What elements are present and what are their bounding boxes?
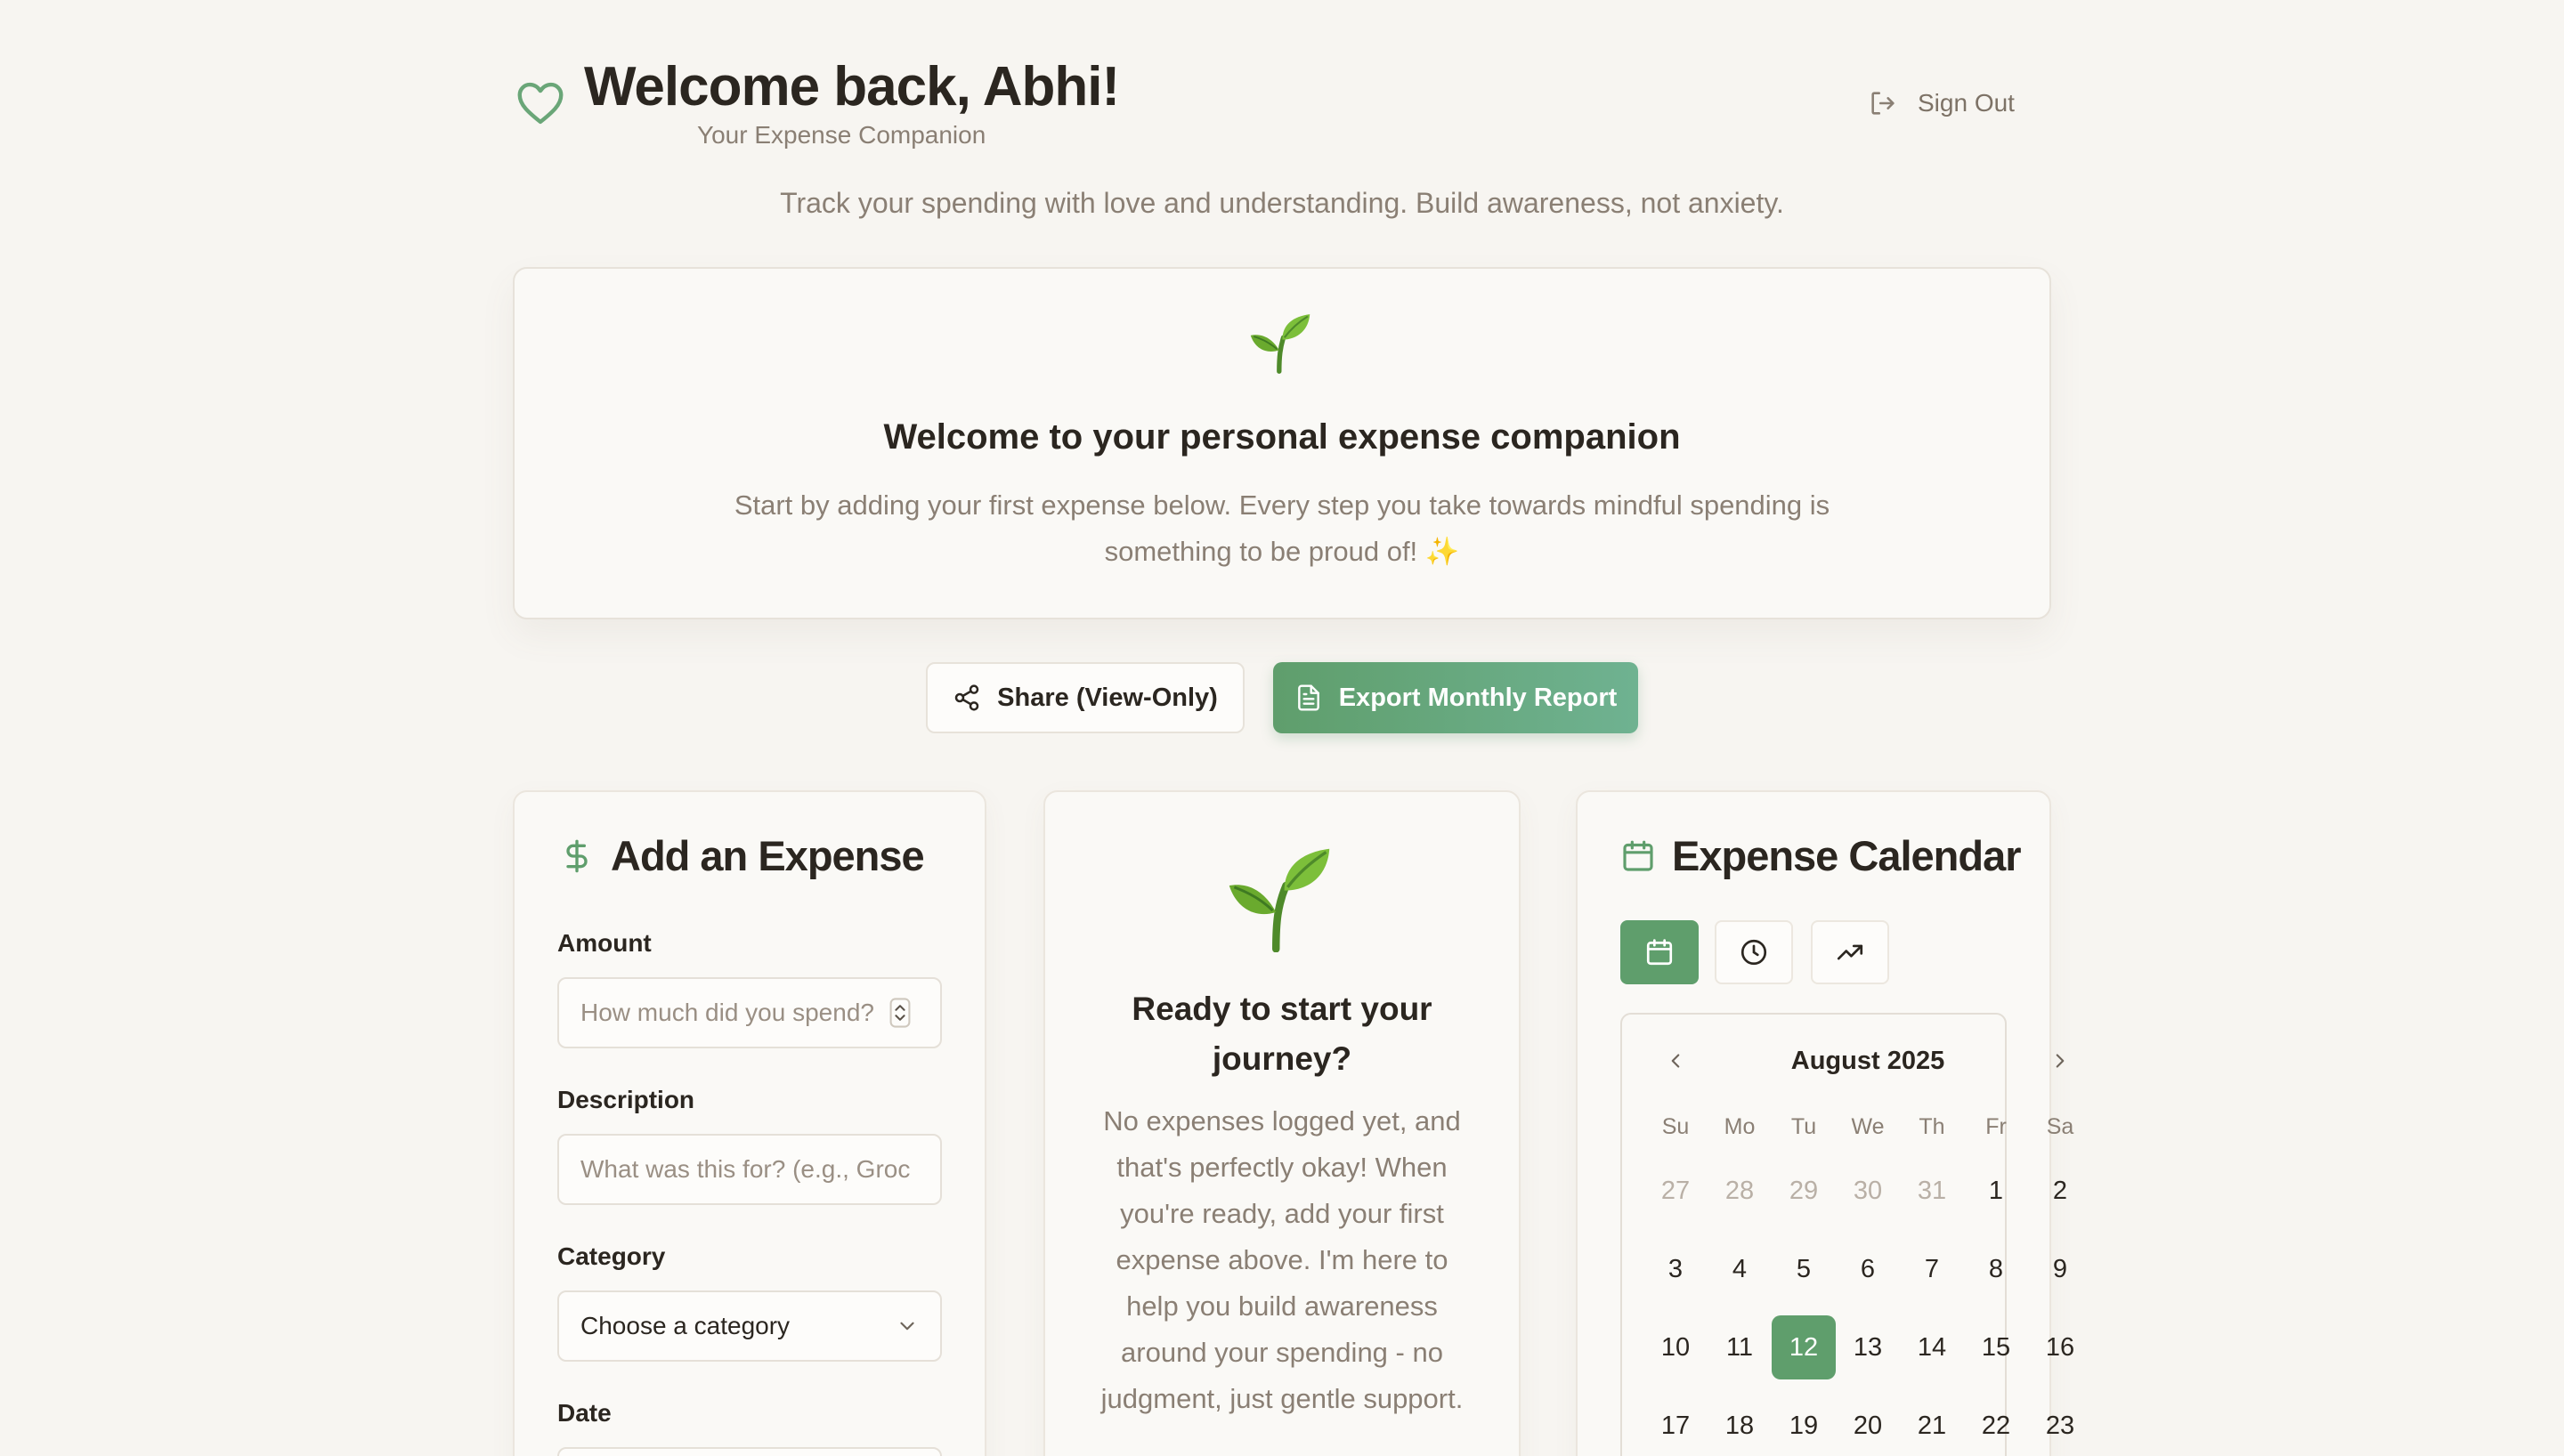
calendar-day[interactable]: 15: [1964, 1315, 2028, 1379]
calendar-day[interactable]: 3: [1643, 1237, 1708, 1301]
chevron-down-icon: [900, 1322, 914, 1331]
description-placeholder: What was this for? (e.g., Groc: [580, 1155, 911, 1183]
add-expense-title: Add an Expense: [611, 832, 925, 879]
calendar-day[interactable]: 9: [2028, 1237, 2092, 1301]
calendar-day[interactable]: 4: [1708, 1237, 1772, 1301]
sign-out-icon: [1871, 92, 1895, 115]
empty-state-title: Ready to start your journey?: [1132, 991, 1432, 1077]
calendar-day[interactable]: 10: [1643, 1315, 1708, 1379]
calendar-header: Expense Calendar: [1620, 831, 2022, 880]
calendar-month: August 2025: [1790, 1047, 1945, 1075]
category-select[interactable]: Choose a category: [557, 1290, 942, 1362]
calendar-view-button[interactable]: [1620, 920, 1699, 984]
stepper-icon[interactable]: [888, 998, 912, 1028]
weekday-header: Tu: [1790, 1114, 1817, 1139]
sign-out-label: Sign Out: [1918, 89, 2015, 117]
weekday-header: Fr: [1985, 1114, 2007, 1139]
chevron-left-icon: [1671, 1054, 1680, 1068]
chevron-right-icon: [2056, 1054, 2065, 1068]
calendar-title: Expense Calendar: [1672, 832, 2022, 879]
calendar-day[interactable]: 8: [1964, 1237, 2028, 1301]
trends-view-button[interactable]: [1811, 920, 1889, 984]
welcome-card-body: Start by adding your first expense below…: [734, 489, 1830, 567]
date-label: Date: [557, 1399, 612, 1427]
amount-input[interactable]: How much did you spend?: [557, 977, 942, 1048]
calendar-day[interactable]: 31: [1900, 1159, 1964, 1223]
weekday-header: Su: [1661, 1114, 1690, 1139]
export-report-button[interactable]: Export Monthly Report: [1273, 662, 1638, 733]
calendar-day[interactable]: 14: [1900, 1315, 1964, 1379]
calendar-grid: [1620, 1013, 2007, 1456]
description-input[interactable]: What was this for? (e.g., Groc: [557, 1134, 942, 1205]
calendar-icon: [1623, 840, 1653, 871]
amount-placeholder: How much did you spend?: [580, 999, 874, 1026]
seedling-icon: [1229, 848, 1330, 952]
empty-state-body: No expenses logged yet, and that's perfe…: [1100, 1105, 1464, 1414]
share-button-label: Share (View-Only): [997, 683, 1218, 712]
calendar-day[interactable]: 18: [1708, 1394, 1772, 1456]
sign-out-button[interactable]: Sign Out: [1868, 85, 2015, 121]
weekday-header: Sa: [2046, 1114, 2074, 1139]
weekday-header: Mo: [1724, 1114, 1756, 1139]
share-button[interactable]: Share (View-Only): [926, 662, 1245, 733]
calendar-day[interactable]: 7: [1900, 1237, 1964, 1301]
calendar-day[interactable]: 19: [1772, 1394, 1836, 1456]
page-title: Welcome back, Abhi!: [584, 56, 1120, 117]
calendar-day[interactable]: 2: [2028, 1159, 2092, 1223]
calendar-day[interactable]: 23: [2028, 1394, 2092, 1456]
calendar-day[interactable]: 28: [1708, 1159, 1772, 1223]
calendar-day[interactable]: 30: [1836, 1159, 1900, 1223]
page-subtitle: Your Expense Companion: [697, 121, 986, 149]
share-icon: [954, 684, 979, 711]
timeline-view-button[interactable]: [1715, 920, 1793, 984]
calendar-day[interactable]: 20: [1836, 1394, 1900, 1456]
weekday-header: Th: [1919, 1114, 1945, 1139]
add-expense-header: Add an Expense: [559, 831, 925, 880]
amount-label: Amount: [557, 929, 652, 957]
calendar-day[interactable]: 22: [1964, 1394, 2028, 1456]
tagline: Track your spending with love and unders…: [780, 187, 1784, 219]
heart-icon: [517, 82, 564, 125]
export-button-label: Export Monthly Report: [1338, 683, 1618, 712]
calendar-day[interactable]: 1: [1964, 1159, 2028, 1223]
category-label: Category: [557, 1242, 666, 1270]
weekday-header: We: [1851, 1114, 1885, 1139]
calendar-day[interactable]: 21: [1900, 1394, 1964, 1456]
calendar-day[interactable]: 17: [1643, 1394, 1708, 1456]
calendar-day[interactable]: 16: [2028, 1315, 2092, 1379]
dollar-icon: [566, 839, 588, 872]
calendar-day[interactable]: 29: [1772, 1159, 1836, 1223]
category-value: Choose a category: [580, 1312, 791, 1339]
calendar-icon: [1646, 939, 1673, 966]
trending-up-icon: [1837, 944, 1863, 960]
calendar-day[interactable]: 6: [1836, 1237, 1900, 1301]
calendar-day[interactable]: 5: [1772, 1237, 1836, 1301]
clock-icon: [1740, 939, 1767, 966]
calendar-day[interactable]: 11: [1708, 1315, 1772, 1379]
calendar-day[interactable]: 27: [1643, 1159, 1708, 1223]
date-input[interactable]: [557, 1447, 942, 1456]
seedling-icon: [1250, 314, 1310, 374]
calendar-day[interactable]: 13: [1836, 1315, 1900, 1379]
next-month-button[interactable]: [2042, 1043, 2078, 1079]
prev-month-button[interactable]: [1658, 1043, 1693, 1079]
file-text-icon: [1297, 684, 1319, 711]
calendar-day-selected[interactable]: 12: [1772, 1315, 1836, 1379]
description-label: Description: [557, 1086, 695, 1113]
welcome-card-title: Welcome to your personal expense compani…: [883, 417, 1681, 457]
